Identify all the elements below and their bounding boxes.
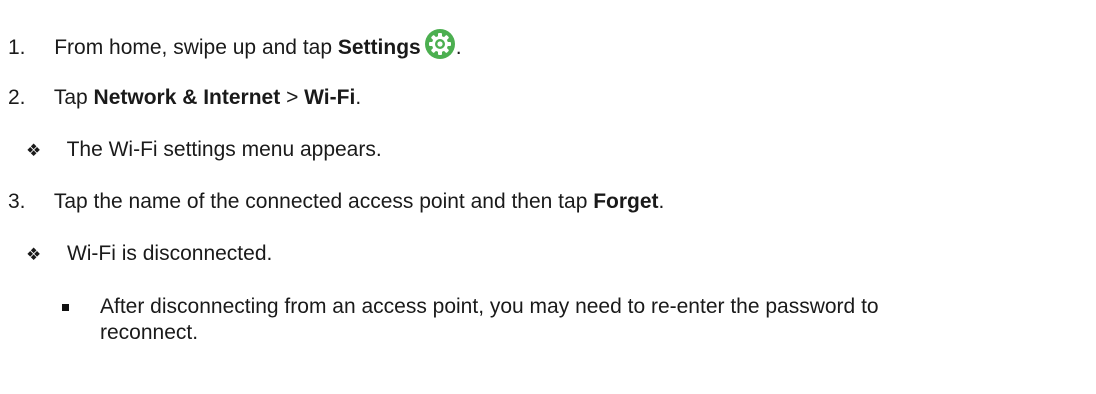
note-bullet-icon [62, 304, 69, 311]
step-3: 3. Tap the name of the connected access … [8, 189, 664, 215]
step-2-bold-network: Network & Internet [93, 86, 281, 109]
step-1-number: 1. [8, 36, 26, 59]
step-2-number: 2. [8, 86, 26, 109]
step-1-text: From home, swipe up and tap [54, 36, 338, 59]
result-1-text: The Wi-Fi settings menu appears. [66, 138, 382, 161]
result-2-text: Wi-Fi is disconnected. [66, 242, 273, 265]
step-3-number: 3. [8, 190, 26, 213]
note-line-2: reconnect. [100, 321, 199, 344]
result-2-bullet-icon: ❖ [26, 245, 42, 264]
step-1-bold: Settings [337, 36, 421, 59]
result-1: ❖ The Wi-Fi settings menu appears. [26, 137, 382, 164]
result-1-bullet-icon: ❖ [26, 141, 42, 160]
step-1: 1. From home, swipe up and tap Settings … [8, 28, 462, 61]
step-3-period: . [658, 190, 665, 213]
settings-gear-icon [424, 28, 456, 60]
step-2-period: . [355, 86, 362, 109]
step-3-bold: Forget [593, 190, 659, 213]
step-3-text: Tap the name of the connected access poi… [53, 190, 594, 213]
step-2: 2. Tap Network & Internet > Wi-Fi. [8, 85, 361, 111]
step-2-bold-wifi: Wi-Fi [304, 86, 356, 109]
step-2-text: Tap [53, 86, 94, 109]
note-line-1: After disconnecting from an access point… [100, 295, 879, 318]
step-2-separator: > [280, 86, 305, 109]
step-1-period: . [455, 36, 462, 59]
result-2: ❖ Wi-Fi is disconnected. [26, 241, 272, 268]
